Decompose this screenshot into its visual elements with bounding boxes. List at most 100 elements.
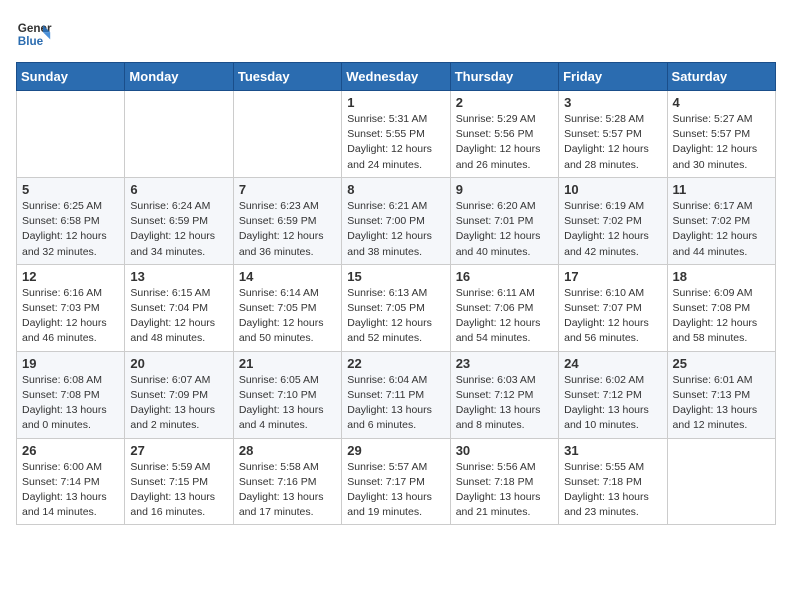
day-number: 9 bbox=[456, 182, 553, 197]
day-number: 11 bbox=[673, 182, 770, 197]
calendar-cell: 31Sunrise: 5:55 AM Sunset: 7:18 PM Dayli… bbox=[559, 438, 667, 525]
day-info: Sunrise: 6:17 AM Sunset: 7:02 PM Dayligh… bbox=[673, 199, 770, 260]
calendar-cell: 11 Sunrise: 6:17 AM Sunset: 7:02 PM Dayli… bbox=[667, 177, 775, 264]
day-info: Sunrise: 5:56 AM Sunset: 7:18 PM Dayligh… bbox=[456, 460, 553, 521]
day-info: Sunrise: 5:31 AM Sunset: 5:55 PM Dayligh… bbox=[347, 112, 444, 173]
day-number: 20 bbox=[130, 356, 227, 371]
day-info: Sunrise: 6:05 AM Sunset: 7:10 PM Dayligh… bbox=[239, 373, 336, 434]
calendar-cell: 3 Sunrise: 5:28 AM Sunset: 5:57 PM Daylig… bbox=[559, 91, 667, 178]
weekday-header-row: SundayMondayTuesdayWednesdayThursdayFrid… bbox=[17, 63, 776, 91]
weekday-header-tuesday: Tuesday bbox=[233, 63, 341, 91]
calendar-cell: 14 Sunrise: 6:14 AM Sunset: 7:05 PM Dayli… bbox=[233, 264, 341, 351]
day-info: Sunrise: 5:59 AM Sunset: 7:15 PM Dayligh… bbox=[130, 460, 227, 521]
weekday-header-sunday: Sunday bbox=[17, 63, 125, 91]
calendar-cell: 15Sunrise: 6:13 AM Sunset: 7:05 PM Dayli… bbox=[342, 264, 450, 351]
calendar-cell: 21 Sunrise: 6:05 AM Sunset: 7:10 PM Dayli… bbox=[233, 351, 341, 438]
day-number: 2 bbox=[456, 95, 553, 110]
day-number: 21 bbox=[239, 356, 336, 371]
day-info: Sunrise: 6:00 AM Sunset: 7:14 PM Dayligh… bbox=[22, 460, 119, 521]
calendar-week-row: 26Sunrise: 6:00 AM Sunset: 7:14 PM Dayli… bbox=[17, 438, 776, 525]
calendar-cell: 24 Sunrise: 6:02 AM Sunset: 7:12 PM Dayli… bbox=[559, 351, 667, 438]
day-number: 16 bbox=[456, 269, 553, 284]
calendar-cell bbox=[667, 438, 775, 525]
logo: General Blue bbox=[16, 16, 52, 52]
weekday-header-friday: Friday bbox=[559, 63, 667, 91]
day-number: 13 bbox=[130, 269, 227, 284]
day-info: Sunrise: 6:16 AM Sunset: 7:03 PM Dayligh… bbox=[22, 286, 119, 347]
calendar-week-row: 12Sunrise: 6:16 AM Sunset: 7:03 PM Dayli… bbox=[17, 264, 776, 351]
day-number: 31 bbox=[564, 443, 661, 458]
day-number: 3 bbox=[564, 95, 661, 110]
calendar-cell: 12Sunrise: 6:16 AM Sunset: 7:03 PM Dayli… bbox=[17, 264, 125, 351]
day-number: 14 bbox=[239, 269, 336, 284]
day-number: 30 bbox=[456, 443, 553, 458]
calendar-cell: 29 Sunrise: 5:57 AM Sunset: 7:17 PM Dayli… bbox=[342, 438, 450, 525]
day-info: Sunrise: 6:21 AM Sunset: 7:00 PM Dayligh… bbox=[347, 199, 444, 260]
day-number: 10 bbox=[564, 182, 661, 197]
day-info: Sunrise: 5:27 AM Sunset: 5:57 PM Dayligh… bbox=[673, 112, 770, 173]
calendar-cell: 4 Sunrise: 5:27 AM Sunset: 5:57 PM Daylig… bbox=[667, 91, 775, 178]
calendar-cell: 19 Sunrise: 6:08 AM Sunset: 7:08 PM Dayli… bbox=[17, 351, 125, 438]
calendar-week-row: 19 Sunrise: 6:08 AM Sunset: 7:08 PM Dayli… bbox=[17, 351, 776, 438]
calendar-cell: 16 Sunrise: 6:11 AM Sunset: 7:06 PM Dayli… bbox=[450, 264, 558, 351]
day-number: 17 bbox=[564, 269, 661, 284]
calendar-cell: 6 Sunrise: 6:24 AM Sunset: 6:59 PM Daylig… bbox=[125, 177, 233, 264]
weekday-header-thursday: Thursday bbox=[450, 63, 558, 91]
calendar-cell: 27 Sunrise: 5:59 AM Sunset: 7:15 PM Dayli… bbox=[125, 438, 233, 525]
day-number: 24 bbox=[564, 356, 661, 371]
day-number: 23 bbox=[456, 356, 553, 371]
page-header: General Blue bbox=[16, 16, 776, 52]
day-info: Sunrise: 6:24 AM Sunset: 6:59 PM Dayligh… bbox=[130, 199, 227, 260]
day-info: Sunrise: 5:57 AM Sunset: 7:17 PM Dayligh… bbox=[347, 460, 444, 521]
day-info: Sunrise: 5:58 AM Sunset: 7:16 PM Dayligh… bbox=[239, 460, 336, 521]
day-info: Sunrise: 6:10 AM Sunset: 7:07 PM Dayligh… bbox=[564, 286, 661, 347]
day-info: Sunrise: 6:07 AM Sunset: 7:09 PM Dayligh… bbox=[130, 373, 227, 434]
day-info: Sunrise: 6:13 AM Sunset: 7:05 PM Dayligh… bbox=[347, 286, 444, 347]
day-number: 4 bbox=[673, 95, 770, 110]
day-number: 18 bbox=[673, 269, 770, 284]
day-number: 28 bbox=[239, 443, 336, 458]
day-info: Sunrise: 6:01 AM Sunset: 7:13 PM Dayligh… bbox=[673, 373, 770, 434]
day-number: 8 bbox=[347, 182, 444, 197]
day-info: Sunrise: 6:09 AM Sunset: 7:08 PM Dayligh… bbox=[673, 286, 770, 347]
day-number: 7 bbox=[239, 182, 336, 197]
calendar-week-row: 1Sunrise: 5:31 AM Sunset: 5:55 PM Daylig… bbox=[17, 91, 776, 178]
day-info: Sunrise: 6:23 AM Sunset: 6:59 PM Dayligh… bbox=[239, 199, 336, 260]
calendar-cell: 5 Sunrise: 6:25 AM Sunset: 6:58 PM Daylig… bbox=[17, 177, 125, 264]
calendar-cell: 10 Sunrise: 6:19 AM Sunset: 7:02 PM Dayli… bbox=[559, 177, 667, 264]
day-info: Sunrise: 6:15 AM Sunset: 7:04 PM Dayligh… bbox=[130, 286, 227, 347]
calendar-cell: 2 Sunrise: 5:29 AM Sunset: 5:56 PM Daylig… bbox=[450, 91, 558, 178]
day-info: Sunrise: 6:08 AM Sunset: 7:08 PM Dayligh… bbox=[22, 373, 119, 434]
day-info: Sunrise: 6:14 AM Sunset: 7:05 PM Dayligh… bbox=[239, 286, 336, 347]
day-info: Sunrise: 5:28 AM Sunset: 5:57 PM Dayligh… bbox=[564, 112, 661, 173]
svg-text:Blue: Blue bbox=[18, 35, 44, 48]
day-info: Sunrise: 6:19 AM Sunset: 7:02 PM Dayligh… bbox=[564, 199, 661, 260]
day-info: Sunrise: 6:25 AM Sunset: 6:58 PM Dayligh… bbox=[22, 199, 119, 260]
calendar-cell: 8 Sunrise: 6:21 AM Sunset: 7:00 PM Daylig… bbox=[342, 177, 450, 264]
day-number: 19 bbox=[22, 356, 119, 371]
calendar-cell: 22Sunrise: 6:04 AM Sunset: 7:11 PM Dayli… bbox=[342, 351, 450, 438]
day-number: 6 bbox=[130, 182, 227, 197]
day-info: Sunrise: 5:29 AM Sunset: 5:56 PM Dayligh… bbox=[456, 112, 553, 173]
day-info: Sunrise: 6:02 AM Sunset: 7:12 PM Dayligh… bbox=[564, 373, 661, 434]
day-info: Sunrise: 6:03 AM Sunset: 7:12 PM Dayligh… bbox=[456, 373, 553, 434]
day-number: 29 bbox=[347, 443, 444, 458]
calendar-cell bbox=[17, 91, 125, 178]
calendar-cell: 1Sunrise: 5:31 AM Sunset: 5:55 PM Daylig… bbox=[342, 91, 450, 178]
weekday-header-wednesday: Wednesday bbox=[342, 63, 450, 91]
weekday-header-saturday: Saturday bbox=[667, 63, 775, 91]
calendar-cell: 18 Sunrise: 6:09 AM Sunset: 7:08 PM Dayli… bbox=[667, 264, 775, 351]
weekday-header-monday: Monday bbox=[125, 63, 233, 91]
calendar-cell: 25Sunrise: 6:01 AM Sunset: 7:13 PM Dayli… bbox=[667, 351, 775, 438]
day-number: 5 bbox=[22, 182, 119, 197]
day-info: Sunrise: 6:11 AM Sunset: 7:06 PM Dayligh… bbox=[456, 286, 553, 347]
calendar-cell: 20 Sunrise: 6:07 AM Sunset: 7:09 PM Dayli… bbox=[125, 351, 233, 438]
calendar-cell: 9Sunrise: 6:20 AM Sunset: 7:01 PM Daylig… bbox=[450, 177, 558, 264]
logo-icon: General Blue bbox=[16, 16, 52, 52]
calendar-cell: 26Sunrise: 6:00 AM Sunset: 7:14 PM Dayli… bbox=[17, 438, 125, 525]
calendar-cell bbox=[125, 91, 233, 178]
day-info: Sunrise: 6:04 AM Sunset: 7:11 PM Dayligh… bbox=[347, 373, 444, 434]
calendar-cell: 7 Sunrise: 6:23 AM Sunset: 6:59 PM Daylig… bbox=[233, 177, 341, 264]
day-number: 27 bbox=[130, 443, 227, 458]
calendar-cell: 13 Sunrise: 6:15 AM Sunset: 7:04 PM Dayli… bbox=[125, 264, 233, 351]
